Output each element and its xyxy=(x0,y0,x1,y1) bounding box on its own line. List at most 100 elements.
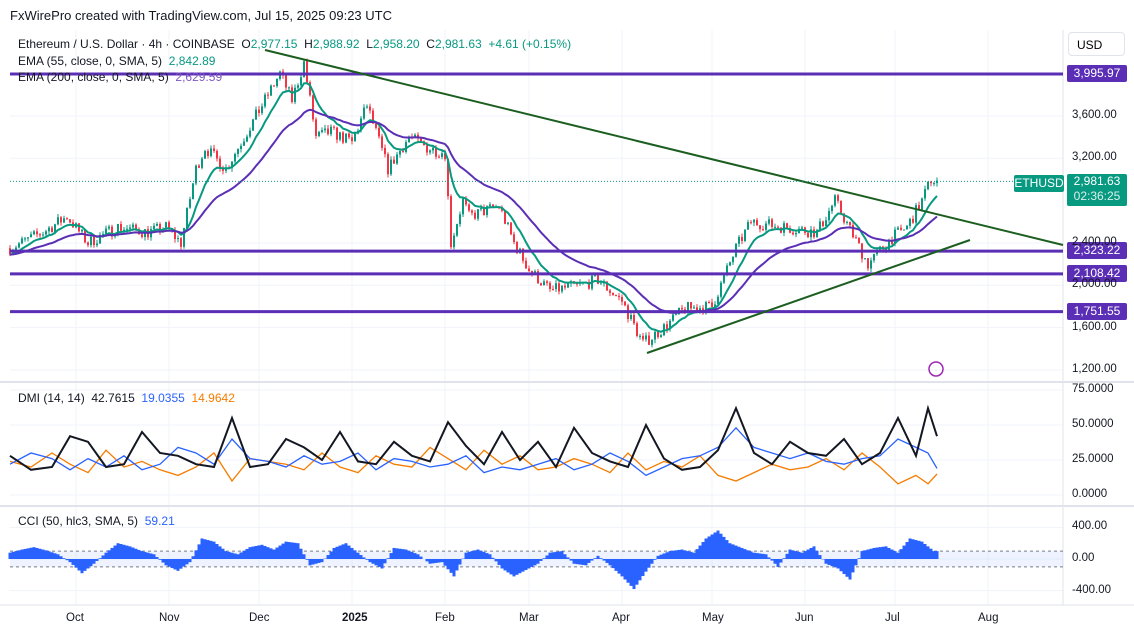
cci-bar xyxy=(791,550,795,559)
candle-body xyxy=(819,221,821,231)
cci-bar xyxy=(329,551,333,559)
cci-bar xyxy=(692,552,696,559)
candle-body xyxy=(672,314,674,321)
cci-bar xyxy=(629,559,633,586)
candle-body xyxy=(453,235,455,248)
cci-bar xyxy=(902,545,906,559)
cci-bar xyxy=(584,559,588,566)
cci-bar xyxy=(632,559,636,590)
cci-bar xyxy=(68,559,72,563)
cci-bar xyxy=(809,547,813,559)
candle-body xyxy=(489,204,491,207)
candle-body xyxy=(873,254,875,261)
cci-bar xyxy=(563,554,567,559)
candle-body xyxy=(795,232,797,235)
cci-bar xyxy=(239,552,243,559)
cci-bar xyxy=(263,545,267,559)
cci-bar xyxy=(149,553,153,559)
cci-bar xyxy=(863,550,867,559)
chart-header: FxWirePro created with TradingView.com, … xyxy=(10,8,392,23)
time-axis-label: Apr xyxy=(612,612,630,624)
cci-bar xyxy=(131,547,135,559)
candle-body xyxy=(693,307,695,309)
cci-bar xyxy=(479,550,483,559)
candle-body xyxy=(120,224,122,231)
cci-bar xyxy=(158,559,162,560)
cci-bar xyxy=(566,557,570,559)
cci-bar xyxy=(914,540,918,559)
high-label: H xyxy=(304,37,313,51)
candle-body xyxy=(210,148,212,157)
cci-bar xyxy=(512,559,516,577)
cci-bar xyxy=(344,543,348,559)
candle-body xyxy=(507,222,509,224)
candle-body xyxy=(426,145,428,153)
tradingview-chart[interactable]: FxWirePro created with TradingView.com, … xyxy=(0,0,1134,643)
cci-bar xyxy=(890,549,894,559)
cci-bar xyxy=(623,559,627,580)
candle-body xyxy=(867,258,869,269)
cci-bar xyxy=(818,555,822,559)
cci-bar xyxy=(326,555,330,559)
cci-bar xyxy=(740,547,744,559)
cci-bar xyxy=(14,551,18,559)
candle-body xyxy=(234,153,236,162)
cci-bar xyxy=(317,559,321,563)
cci-bar xyxy=(125,545,129,559)
open-value: 2,977.15 xyxy=(250,37,298,51)
cci-bar xyxy=(755,553,759,559)
close-value: 2,981.63 xyxy=(434,37,482,51)
cci-bar xyxy=(911,539,915,559)
candle-body xyxy=(720,282,722,297)
cci-bar xyxy=(866,549,870,559)
candle-body xyxy=(459,214,461,225)
dmi-minus-value: 14.9642 xyxy=(191,391,235,405)
currency-button[interactable]: USD xyxy=(1068,32,1125,56)
cci-bar xyxy=(386,558,390,559)
candle-body xyxy=(387,154,389,175)
cci-bar xyxy=(779,559,783,563)
cci-bar xyxy=(719,533,723,559)
candle-body xyxy=(645,335,647,340)
candle-body xyxy=(249,130,251,137)
cci-bar xyxy=(305,559,309,560)
candle-body xyxy=(216,150,218,159)
cci-bar xyxy=(35,547,39,559)
ema200-legend[interactable]: EMA (200, close, 0, SMA, 5) 2,629.59 xyxy=(18,70,222,84)
candle-body xyxy=(528,268,530,272)
symbol-name[interactable]: Ethereum / U.S. Dollar · 4h · COINBASE xyxy=(18,37,235,51)
candle-body xyxy=(825,220,827,227)
dmi-axis-label: 25.0000 xyxy=(1072,453,1114,465)
close-label: C xyxy=(426,37,435,51)
chart-canvas[interactable] xyxy=(0,0,1134,643)
candle-body xyxy=(393,159,395,164)
cci-bar xyxy=(59,556,63,559)
time-axis-label: Jul xyxy=(885,612,900,624)
candle-body xyxy=(198,165,200,168)
ema55-legend[interactable]: EMA (55, close, 0, SMA, 5) 2,842.89 xyxy=(18,54,215,68)
candle-body xyxy=(654,331,656,340)
dmi-legend[interactable]: DMI (14, 14) 42.7615 19.0355 14.9642 xyxy=(18,391,235,405)
cci-bar xyxy=(485,553,489,559)
cci-bar xyxy=(176,559,180,571)
candle-body xyxy=(315,119,317,136)
cci-bar xyxy=(929,548,933,559)
cci-bar xyxy=(122,544,126,559)
candle-body xyxy=(36,231,38,235)
cci-bar xyxy=(830,559,834,567)
candle-body xyxy=(666,324,668,330)
cci-legend[interactable]: CCI (50, hlc3, SMA, 5) 59.21 xyxy=(18,514,175,528)
candle-body xyxy=(273,85,275,87)
cci-bar xyxy=(515,559,519,575)
cci-bar xyxy=(365,559,369,560)
cci-bar xyxy=(794,551,798,559)
cci-bar xyxy=(599,558,603,559)
cci-bar xyxy=(335,546,339,559)
cci-bar xyxy=(182,559,186,567)
candle-body xyxy=(381,136,383,148)
time-axis-label: Dec xyxy=(249,612,270,624)
candle-body xyxy=(60,217,62,223)
cci-bar xyxy=(557,551,561,559)
candle-body xyxy=(771,219,773,227)
cci-bar xyxy=(41,549,45,559)
